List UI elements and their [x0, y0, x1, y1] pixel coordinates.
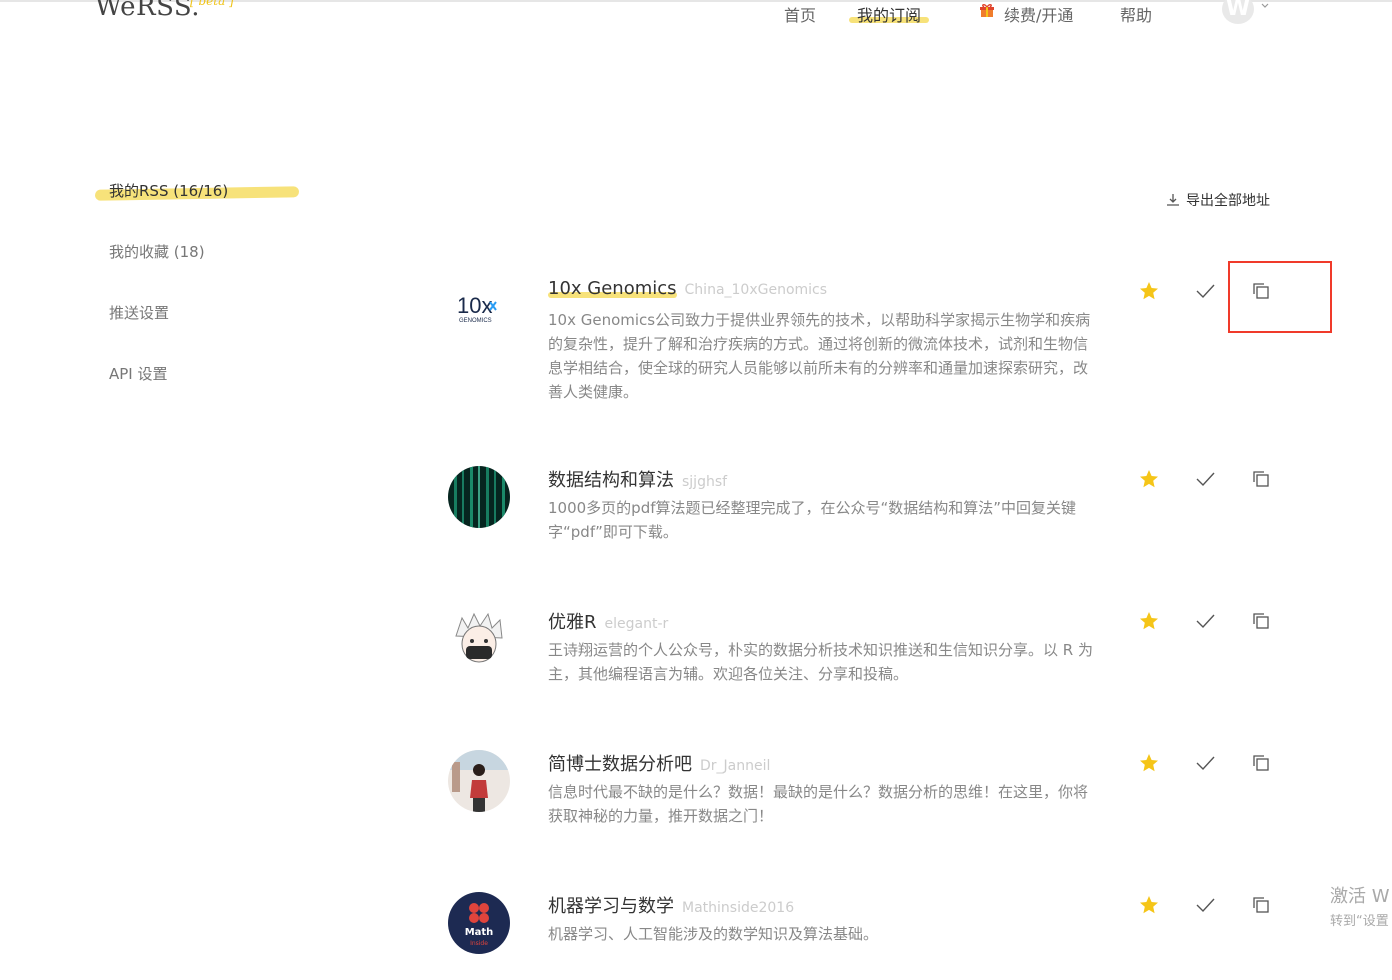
export-all-button[interactable]: 导出全部地址	[1166, 190, 1270, 210]
nav-renew[interactable]: 续费/开通	[1004, 2, 1073, 26]
feed-title[interactable]: 10x Genomics China_10xGenomics	[548, 278, 827, 299]
copy-icon[interactable]	[1250, 752, 1272, 774]
check-icon[interactable]	[1194, 610, 1216, 632]
svg-text:GENOMICS: GENOMICS	[459, 318, 492, 324]
feed-name[interactable]: 机器学习与数学	[548, 892, 674, 918]
copy-icon[interactable]	[1250, 894, 1272, 916]
math-inside-logo: Math Inside	[448, 892, 510, 954]
download-icon	[1167, 194, 1179, 206]
annotation-highlight-box	[1228, 261, 1332, 333]
sidebar-item-my-rss[interactable]: 我的RSS (16/16)	[109, 180, 228, 201]
star-icon[interactable]	[1138, 752, 1160, 774]
check-icon[interactable]	[1194, 280, 1216, 302]
beta-badge: [ beta ]	[190, 0, 234, 8]
feed-avatar	[448, 750, 510, 812]
star-icon[interactable]	[1138, 610, 1160, 632]
feed-name[interactable]: 数据结构和算法	[548, 466, 674, 492]
feed-avatar	[448, 608, 510, 670]
feed-account: China_10xGenomics	[684, 282, 828, 298]
copy-icon[interactable]	[1250, 610, 1272, 632]
feed-account: elegant-r	[604, 616, 669, 632]
star-icon[interactable]	[1138, 894, 1160, 916]
feed-avatar: 10x GENOMICS	[448, 278, 510, 340]
chevron-down-icon[interactable]	[1261, 2, 1269, 10]
export-label: 导出全部地址	[1186, 193, 1270, 209]
check-icon[interactable]	[1194, 894, 1216, 916]
sidebar-item-favorites[interactable]: 我的收藏 (18)	[109, 241, 205, 262]
activation-watermark: 激活 W	[1330, 886, 1390, 907]
feed-account: Mathinside2016	[682, 900, 795, 916]
svg-text:Math: Math	[465, 927, 494, 938]
feed-avatar: Math Inside	[448, 892, 510, 954]
feed-description: 信息时代最不缺的是什么？数据！最缺的是什么？数据分析的思维！在这里，你将获取神秘…	[548, 783, 1089, 825]
sidebar-item-push-settings[interactable]: 推送设置	[109, 302, 169, 323]
feed-description: 机器学习、人工智能涉及的数学知识及算法基础。	[548, 925, 879, 943]
star-icon[interactable]	[1138, 280, 1160, 302]
anime-character-avatar	[455, 612, 503, 663]
feed-account: sjjghsf	[682, 474, 728, 490]
sidebar-item-api-settings[interactable]: API 设置	[109, 363, 168, 384]
feed-title[interactable]: 优雅R elegant-r	[548, 608, 668, 634]
feed-account: Dr_Janneil	[700, 758, 771, 774]
star-icon[interactable]	[1138, 468, 1160, 490]
feed-title[interactable]: 简博士数据分析吧 Dr_Janneil	[548, 750, 770, 776]
check-icon[interactable]	[1194, 468, 1216, 490]
svg-text:10x: 10x	[457, 293, 492, 318]
brand-logo[interactable]: WeRSS.	[95, 0, 200, 22]
feed-description: 王诗翔运营的个人公众号，朴实的数据分析技术知识推送和生信知识分享。以 R 为主，…	[548, 641, 1093, 683]
gift-icon	[980, 4, 994, 17]
feed-description: 10x Genomics公司致力于提供业界领先的技术，以帮助科学家揭示生物学和疾…	[548, 311, 1091, 401]
10x-genomics-logo: 10x GENOMICS	[457, 293, 497, 324]
check-icon[interactable]	[1194, 752, 1216, 774]
activation-watermark-sub: 转到“设置	[1330, 914, 1389, 929]
copy-icon[interactable]	[1250, 468, 1272, 490]
feed-name[interactable]: 简博士数据分析吧	[548, 750, 692, 776]
nav-subscriptions[interactable]: 我的订阅	[848, 2, 930, 26]
person-photo-avatar	[448, 750, 510, 812]
feed-description: 1000多页的pdf算法题已经整理完成了，在公众号“数据结构和算法”中回复关键字…	[548, 499, 1077, 541]
feed-avatar	[448, 466, 510, 528]
feed-name[interactable]: 优雅R	[548, 608, 597, 634]
feed-title[interactable]: 数据结构和算法 sjjghsf	[548, 466, 727, 492]
feed-title[interactable]: 机器学习与数学 Mathinside2016	[548, 892, 794, 918]
matrix-code-avatar	[448, 466, 510, 528]
nav-home[interactable]: 首页	[784, 2, 816, 26]
nav-help[interactable]: 帮助	[1120, 2, 1152, 26]
svg-text:Inside: Inside	[470, 940, 488, 947]
user-avatar[interactable]: W	[1222, 0, 1254, 24]
feed-name[interactable]: 10x Genomics	[548, 278, 677, 299]
